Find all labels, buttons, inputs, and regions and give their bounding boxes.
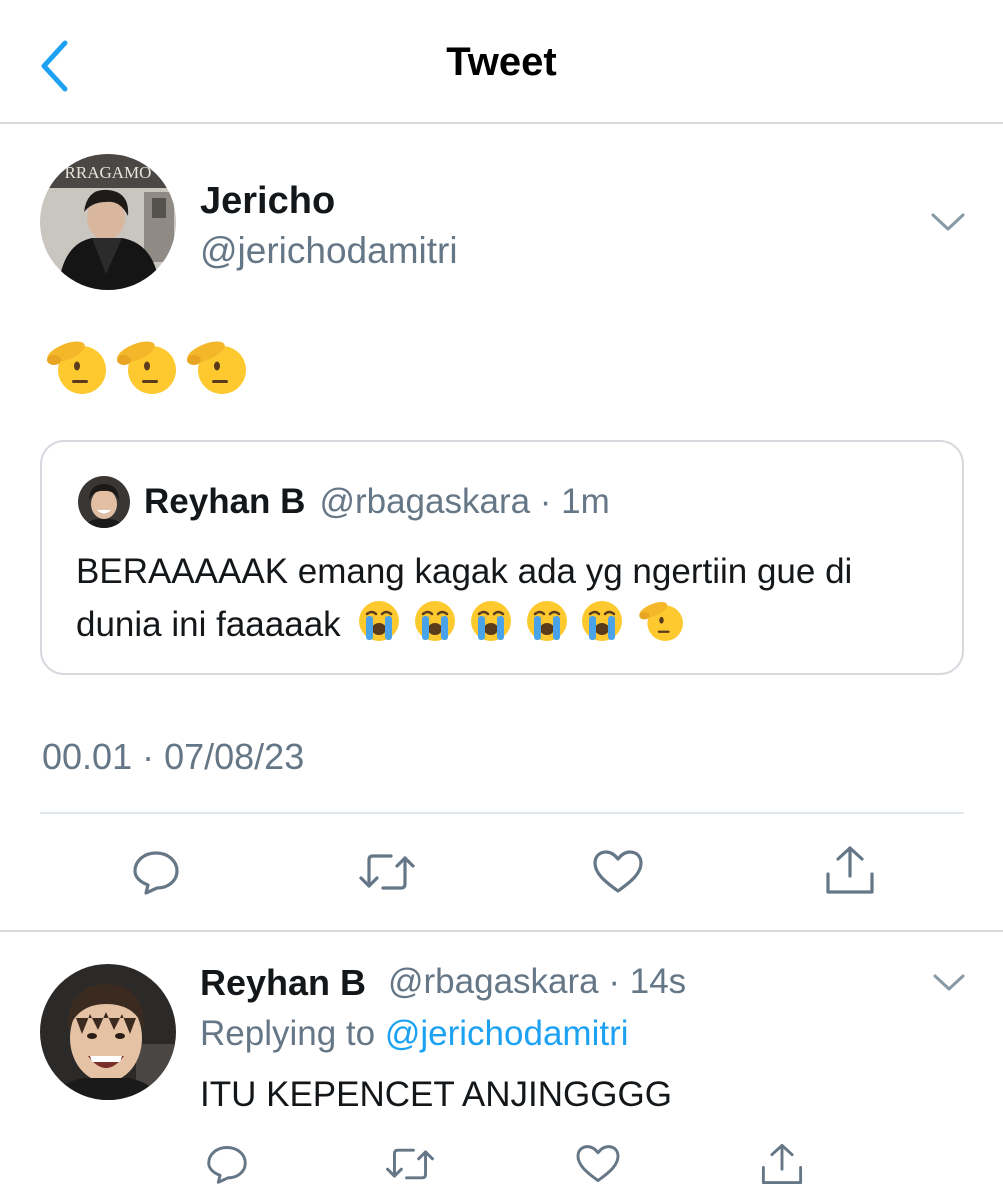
author-name[interactable]: Jericho bbox=[200, 180, 335, 223]
loudly-crying-face-icon bbox=[415, 601, 456, 641]
like-button[interactable] bbox=[588, 846, 648, 898]
reply-icon bbox=[133, 851, 179, 895]
loudly-crying-face-icon bbox=[582, 601, 623, 641]
share-icon bbox=[826, 846, 874, 894]
quoted-author-avatar bbox=[78, 476, 130, 528]
saluting-face-icon bbox=[639, 602, 684, 642]
chevron-down-icon bbox=[931, 213, 965, 231]
page-title: Tweet bbox=[446, 40, 557, 84]
reply-author-avatar[interactable] bbox=[40, 964, 176, 1100]
divider bbox=[40, 812, 964, 814]
reply-retweet-button[interactable] bbox=[382, 1142, 438, 1186]
tweet-body-emojis bbox=[44, 336, 246, 400]
quoted-tweet-card[interactable]: Reyhan B @rbagaskara · 1m BERAAAAAK eman… bbox=[40, 440, 964, 675]
avatar-sign-text: RRAGAMO bbox=[65, 163, 152, 182]
share-icon bbox=[761, 1143, 803, 1185]
retweet-icon bbox=[386, 1148, 434, 1180]
reply-button[interactable] bbox=[126, 846, 186, 898]
retweet-button[interactable] bbox=[355, 846, 419, 898]
tweet-options-chevron[interactable] bbox=[930, 210, 966, 234]
quoted-tweet-text: BERAAAAAK emang kagak ada yg ngertiin gu… bbox=[76, 546, 946, 659]
replying-to-mention[interactable]: @jerichodamitri bbox=[385, 1014, 629, 1053]
like-icon bbox=[593, 850, 643, 893]
reply-icon bbox=[207, 1146, 247, 1184]
reply-reply-button[interactable] bbox=[202, 1142, 252, 1186]
reply-author-name[interactable]: Reyhan B bbox=[200, 962, 366, 1004]
reply-options-chevron[interactable] bbox=[932, 972, 966, 994]
tweet-timestamp: 00.01 · 07/08/23 bbox=[42, 736, 305, 777]
loudly-crying-face-icon bbox=[526, 601, 567, 641]
replying-to-label: Replying to bbox=[200, 1014, 376, 1053]
reply-like-button[interactable] bbox=[572, 1142, 624, 1186]
author-avatar[interactable]: RRAGAMO bbox=[40, 154, 176, 290]
reply-tweet-text: ITU KEPENCET ANJINGGGG bbox=[200, 1075, 672, 1114]
crying-emojis bbox=[356, 598, 685, 659]
quoted-author-handle-time: @rbagaskara · 1m bbox=[319, 482, 610, 521]
reply-author-handle-time[interactable]: @rbagaskara · 14s bbox=[388, 962, 686, 1002]
replying-to-line: Replying to @jerichodamitri bbox=[200, 1014, 629, 1054]
chevron-down-icon bbox=[933, 974, 965, 991]
like-icon bbox=[576, 1145, 620, 1182]
quoted-tweet-header: Reyhan B @rbagaskara · 1m bbox=[78, 474, 610, 530]
saluting-face-icon bbox=[117, 341, 176, 394]
loudly-crying-face-icon bbox=[470, 601, 511, 641]
saluting-face-icon bbox=[187, 341, 246, 394]
quoted-author-name: Reyhan B bbox=[144, 482, 306, 521]
author-handle[interactable]: @jerichodamitri bbox=[200, 230, 458, 272]
retweet-icon bbox=[359, 854, 415, 890]
share-button[interactable] bbox=[820, 842, 880, 898]
loudly-crying-face-icon bbox=[359, 601, 400, 641]
saluting-face-icon bbox=[47, 341, 106, 394]
navigation-bar: Tweet bbox=[0, 0, 1003, 124]
reply-share-button[interactable] bbox=[756, 1140, 808, 1188]
